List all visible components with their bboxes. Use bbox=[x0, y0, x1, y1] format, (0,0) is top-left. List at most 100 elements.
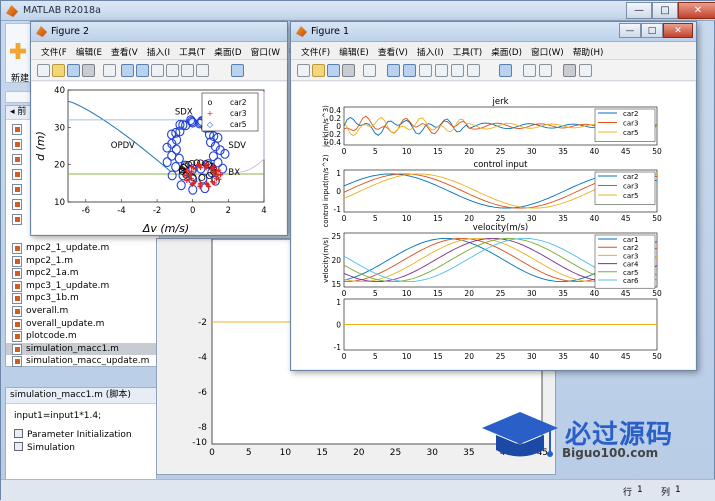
file-list-item[interactable]: mpc2_1.m bbox=[6, 255, 159, 268]
hide-plot-tools-icon[interactable] bbox=[563, 64, 576, 77]
file-name: overall.m bbox=[26, 305, 69, 316]
x-tick-label: 45 bbox=[621, 147, 631, 156]
file-list-item[interactable]: overall_update.m bbox=[6, 318, 159, 331]
legend-entry: car4 bbox=[623, 261, 639, 269]
pan-icon[interactable] bbox=[151, 64, 164, 77]
maximize-icon[interactable]: □ bbox=[641, 23, 663, 38]
legend-entry: car5 bbox=[230, 120, 247, 129]
menu-item[interactable]: 插入(I bbox=[143, 43, 175, 58]
back-chevron-icon[interactable]: ◂ bbox=[10, 107, 15, 117]
file-list-item[interactable]: simulation_macc1.m bbox=[6, 342, 159, 356]
cell-label: Parameter Initialization bbox=[27, 430, 132, 440]
legend-entry: car2 bbox=[623, 110, 638, 118]
file-list-item[interactable]: mpc3_1b.m bbox=[6, 292, 159, 305]
print-icon[interactable] bbox=[342, 64, 355, 77]
brush-icon[interactable] bbox=[467, 64, 480, 77]
zoom-out-icon[interactable] bbox=[403, 64, 416, 77]
legend-marker: o bbox=[208, 98, 213, 107]
x-tick-label: 15 bbox=[433, 352, 443, 361]
menu-item[interactable]: 窗口(W bbox=[247, 43, 285, 58]
figure2-title-bar[interactable]: Figure 2 bbox=[31, 22, 287, 42]
close-icon[interactable]: ✕ bbox=[678, 2, 715, 19]
zoom-in-icon[interactable] bbox=[387, 64, 400, 77]
rotate-icon[interactable] bbox=[166, 64, 179, 77]
menu-item[interactable]: 查看(V bbox=[107, 43, 143, 58]
insert-colorbar-icon[interactable] bbox=[523, 64, 536, 77]
menu-item[interactable]: 编辑(E) bbox=[335, 43, 374, 58]
x-tick-label: 50 bbox=[652, 147, 662, 156]
zoom-in-icon[interactable] bbox=[121, 64, 134, 77]
menu-item[interactable]: 查看(V) bbox=[374, 43, 413, 58]
y-axis-label: velocity(m/s) bbox=[322, 237, 330, 283]
save-icon[interactable] bbox=[67, 64, 80, 77]
open-icon[interactable] bbox=[312, 64, 325, 77]
pan-icon[interactable] bbox=[419, 64, 432, 77]
y-tick-label: 20 bbox=[54, 161, 65, 171]
rotate-icon[interactable] bbox=[435, 64, 448, 77]
menu-item[interactable]: 帮助(H) bbox=[569, 43, 609, 58]
link-plot-icon[interactable] bbox=[499, 64, 512, 77]
pointer-icon[interactable] bbox=[103, 64, 116, 77]
open-icon[interactable] bbox=[52, 64, 65, 77]
x-tick-label: 40 bbox=[590, 352, 600, 361]
menu-item[interactable]: 窗口(W) bbox=[527, 43, 569, 58]
y-axis-label: jerk(m/s^3) bbox=[322, 105, 330, 148]
close-icon[interactable]: ✕ bbox=[663, 23, 693, 38]
x-tick-label: 5 bbox=[373, 214, 378, 223]
legend-marker: ◇ bbox=[207, 120, 214, 129]
pointer-icon[interactable] bbox=[363, 64, 376, 77]
y-axis-label: control input(m/s^2) bbox=[322, 154, 330, 227]
watermark-url: Biguo100.com bbox=[562, 446, 659, 460]
legend-entry: car2 bbox=[623, 173, 638, 181]
x-tick-label: 20 bbox=[464, 147, 474, 156]
menu-item[interactable]: 文件(F bbox=[37, 43, 72, 58]
minimize-icon[interactable]: — bbox=[619, 23, 641, 38]
bg-y-tick-label: -4 bbox=[198, 353, 207, 363]
x-tick-label: 30 bbox=[527, 352, 537, 361]
print-icon[interactable] bbox=[82, 64, 95, 77]
menu-item[interactable]: 桌面(D bbox=[210, 43, 246, 58]
legend-entry: car3 bbox=[623, 183, 638, 191]
data-cursor-icon[interactable] bbox=[451, 64, 464, 77]
menu-item[interactable]: 工具(T bbox=[175, 43, 210, 58]
file-name: mpc2_1a.m bbox=[26, 268, 79, 279]
menu-item[interactable]: 插入(I) bbox=[413, 43, 449, 58]
subplot-title: jerk bbox=[491, 97, 508, 107]
file-list-item[interactable]: overall.m bbox=[6, 305, 159, 318]
bg-y-tick-label: -8 bbox=[198, 423, 207, 433]
menu-item[interactable]: 工具(T) bbox=[449, 43, 487, 58]
bg-y-tick-label: -6 bbox=[198, 388, 207, 398]
m-file-icon bbox=[12, 268, 22, 280]
file-list-item[interactable]: mpc3_1_update.m bbox=[6, 280, 159, 293]
zoom-out-icon[interactable] bbox=[136, 64, 149, 77]
figure1-title-bar[interactable]: Figure 1 — □ ✕ bbox=[291, 22, 696, 42]
save-icon[interactable] bbox=[327, 64, 340, 77]
file-list-item[interactable]: mpc2_1a.m bbox=[6, 267, 159, 280]
minimize-icon[interactable]: — bbox=[626, 2, 652, 19]
new-figure-icon[interactable] bbox=[37, 64, 50, 77]
y-tick-label: 40 bbox=[54, 86, 65, 96]
file-list-item[interactable]: plotcode.m bbox=[6, 330, 159, 343]
col-value: 1 bbox=[675, 485, 681, 495]
brush-icon[interactable] bbox=[196, 64, 209, 77]
x-tick-label: 30 bbox=[527, 214, 537, 223]
maximize-icon[interactable]: □ bbox=[652, 2, 678, 19]
menu-item[interactable]: 桌面(D) bbox=[487, 43, 527, 58]
link-plot-icon[interactable] bbox=[231, 64, 244, 77]
menu-item[interactable]: 文件(F) bbox=[297, 43, 335, 58]
new-figure-icon[interactable] bbox=[297, 64, 310, 77]
region-label-opdv: OPDV bbox=[111, 141, 135, 151]
data-cursor-icon[interactable] bbox=[181, 64, 194, 77]
x-tick-label: 45 bbox=[621, 289, 631, 298]
row-value: 1 bbox=[637, 485, 643, 495]
cell-parameter-initialization[interactable]: Parameter Initialization bbox=[6, 429, 156, 442]
m-file-icon bbox=[12, 199, 22, 210]
cell-simulation[interactable]: Simulation bbox=[6, 442, 156, 455]
x-tick-label: 2 bbox=[226, 206, 231, 216]
y-tick-label: 25 bbox=[331, 232, 341, 241]
menu-item[interactable]: 编辑(E bbox=[72, 43, 107, 58]
insert-legend-icon[interactable] bbox=[539, 64, 552, 77]
show-plot-tools-icon[interactable] bbox=[579, 64, 592, 77]
file-list-item[interactable]: mpc2_1_update.m bbox=[6, 242, 159, 255]
file-list-item[interactable]: simulation_macc_update.m bbox=[6, 355, 159, 368]
